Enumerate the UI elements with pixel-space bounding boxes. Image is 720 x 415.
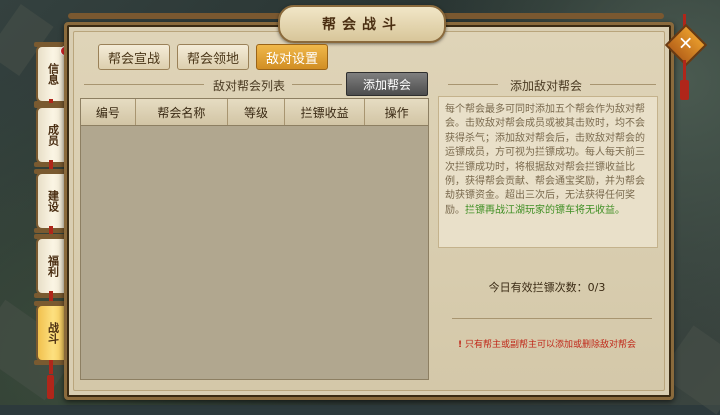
divider: [448, 84, 498, 85]
daily-count-label: 今日有效拦镖次数：: [488, 281, 588, 294]
close-tassel: [680, 80, 689, 100]
close-icon: ✕: [678, 34, 694, 55]
column-header-guild-name: 帮会名称: [136, 99, 229, 125]
window-title-plaque: 帮会战斗: [278, 5, 446, 43]
divider: [84, 84, 204, 85]
side-nav-label: 福利: [46, 255, 60, 277]
lantern-tassel: [47, 375, 54, 399]
close-cord: [683, 60, 686, 80]
column-header-intercept-income: 拦镖收益: [285, 99, 366, 125]
permission-warning: ! 只有帮主或副帮主可以添加或删除敌对帮会: [438, 337, 656, 350]
hostile-guild-table: 编号 帮会名称 等级 拦镖收益 操作: [80, 98, 429, 380]
window-title: 帮会战斗: [322, 17, 402, 33]
rules-description: 每个帮会最多可同时添加五个帮会作为敌对帮会。击败敌对帮会成员或被其击败时，均不会…: [445, 103, 651, 218]
rules-highlight: 拦镖再战江湖玩家的镖车将无收益。: [465, 204, 625, 216]
divider: [452, 318, 652, 319]
title-rod: [68, 13, 288, 19]
daily-count-value: 0/3: [587, 281, 606, 294]
add-hostile-title: 添加敌对帮会: [510, 79, 583, 93]
divider: [590, 84, 656, 85]
side-nav-label: 建设: [46, 190, 60, 212]
hostile-list-title: 敌对帮会列表: [213, 79, 286, 93]
exclamation-icon: !: [457, 340, 463, 350]
tab-guild-territory[interactable]: 帮会领地: [177, 44, 250, 70]
column-header-id: 编号: [81, 99, 136, 125]
table-header: 编号 帮会名称 等级 拦镖收益 操作: [81, 99, 428, 126]
table-body: [81, 126, 428, 378]
warning-text: 只有帮主或副帮主可以添加或删除敌对帮会: [465, 340, 637, 350]
divider: [292, 84, 342, 85]
column-header-level: 等级: [228, 99, 285, 125]
side-nav-label: 信息: [46, 63, 60, 85]
side-nav-label: 战斗: [46, 322, 60, 344]
tab-hostile-settings[interactable]: 敌对设置: [256, 44, 329, 70]
rules-text: 每个帮会最多可同时添加五个帮会作为敌对帮会。击败敌对帮会成员或被其击败时，均不会…: [445, 104, 645, 216]
tab-guild-war[interactable]: 帮会宣战: [98, 44, 171, 70]
daily-intercept-count: 今日有效拦镖次数：0/3: [438, 279, 656, 295]
side-nav-label: 成员: [46, 124, 60, 146]
add-guild-button[interactable]: 添加帮会: [346, 72, 428, 96]
title-rod: [432, 13, 664, 19]
column-header-action: 操作: [384, 105, 409, 120]
lantern-tassel: [49, 360, 53, 374]
